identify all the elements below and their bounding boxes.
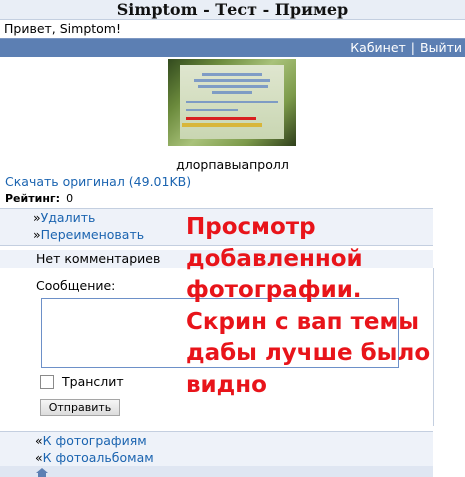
photo-red-text bbox=[186, 117, 256, 120]
annotation-line: добавленной bbox=[186, 245, 363, 272]
arrow-right-icon: » bbox=[33, 227, 41, 242]
photo-image bbox=[168, 59, 296, 146]
footer-strip bbox=[0, 466, 433, 477]
translit-label: Транслит bbox=[62, 374, 124, 389]
site-header: Simptom - Тест - Пример bbox=[0, 0, 465, 20]
logout-link[interactable]: Выйти bbox=[420, 40, 462, 55]
back-links: «К фотографиям «К фотоальбомам bbox=[0, 431, 433, 467]
arrow-left-icon: « bbox=[35, 433, 43, 448]
photo-yellow-text bbox=[182, 123, 262, 127]
photo-caption: длорпавыапролл bbox=[176, 157, 289, 172]
to-photos-link[interactable]: К фотографиям bbox=[43, 433, 147, 448]
translit-checkbox[interactable] bbox=[40, 375, 54, 389]
rating-value: 0 bbox=[66, 192, 74, 205]
rename-link[interactable]: Переименовать bbox=[41, 227, 144, 242]
photo-thumbnail[interactable] bbox=[168, 59, 296, 146]
arrow-right-icon: » bbox=[33, 210, 41, 225]
annotation-line: Скрин с вап темы bbox=[186, 308, 420, 335]
nav-bar: Кабинет | Выйти bbox=[0, 38, 465, 57]
message-label: Сообщение: bbox=[36, 278, 116, 293]
home-icon[interactable] bbox=[36, 468, 48, 477]
delete-link[interactable]: Удалить bbox=[41, 210, 96, 225]
to-albums-row: «К фотоальбомам bbox=[0, 449, 433, 466]
rating-label: Рейтинг: bbox=[5, 192, 61, 205]
site-title: Simptom - Тест - Пример bbox=[116, 0, 349, 19]
annotation-line: дабы лучше было bbox=[186, 340, 431, 366]
annotation-overlay: Просмотр добавленной фотографии. Скрин с… bbox=[186, 212, 461, 401]
cabinet-link[interactable]: Кабинет bbox=[350, 40, 406, 55]
annotation-line: фотографии. bbox=[186, 277, 362, 303]
submit-button[interactable]: Отправить bbox=[40, 399, 120, 416]
greeting: Привет, Simptom! bbox=[4, 21, 121, 36]
download-original-link[interactable]: Скачать оригинал (49.01KB) bbox=[5, 174, 191, 189]
to-albums-link[interactable]: К фотоальбомам bbox=[43, 450, 154, 465]
photo-screen-area bbox=[180, 65, 284, 139]
annotation-line: Просмотр bbox=[186, 214, 316, 240]
to-photos-row: «К фотографиям bbox=[0, 432, 433, 449]
arrow-left-icon: « bbox=[35, 450, 43, 465]
annotation-line: видно bbox=[186, 371, 267, 398]
nav-separator: | bbox=[410, 40, 416, 55]
rating: Рейтинг: 0 bbox=[5, 192, 73, 205]
